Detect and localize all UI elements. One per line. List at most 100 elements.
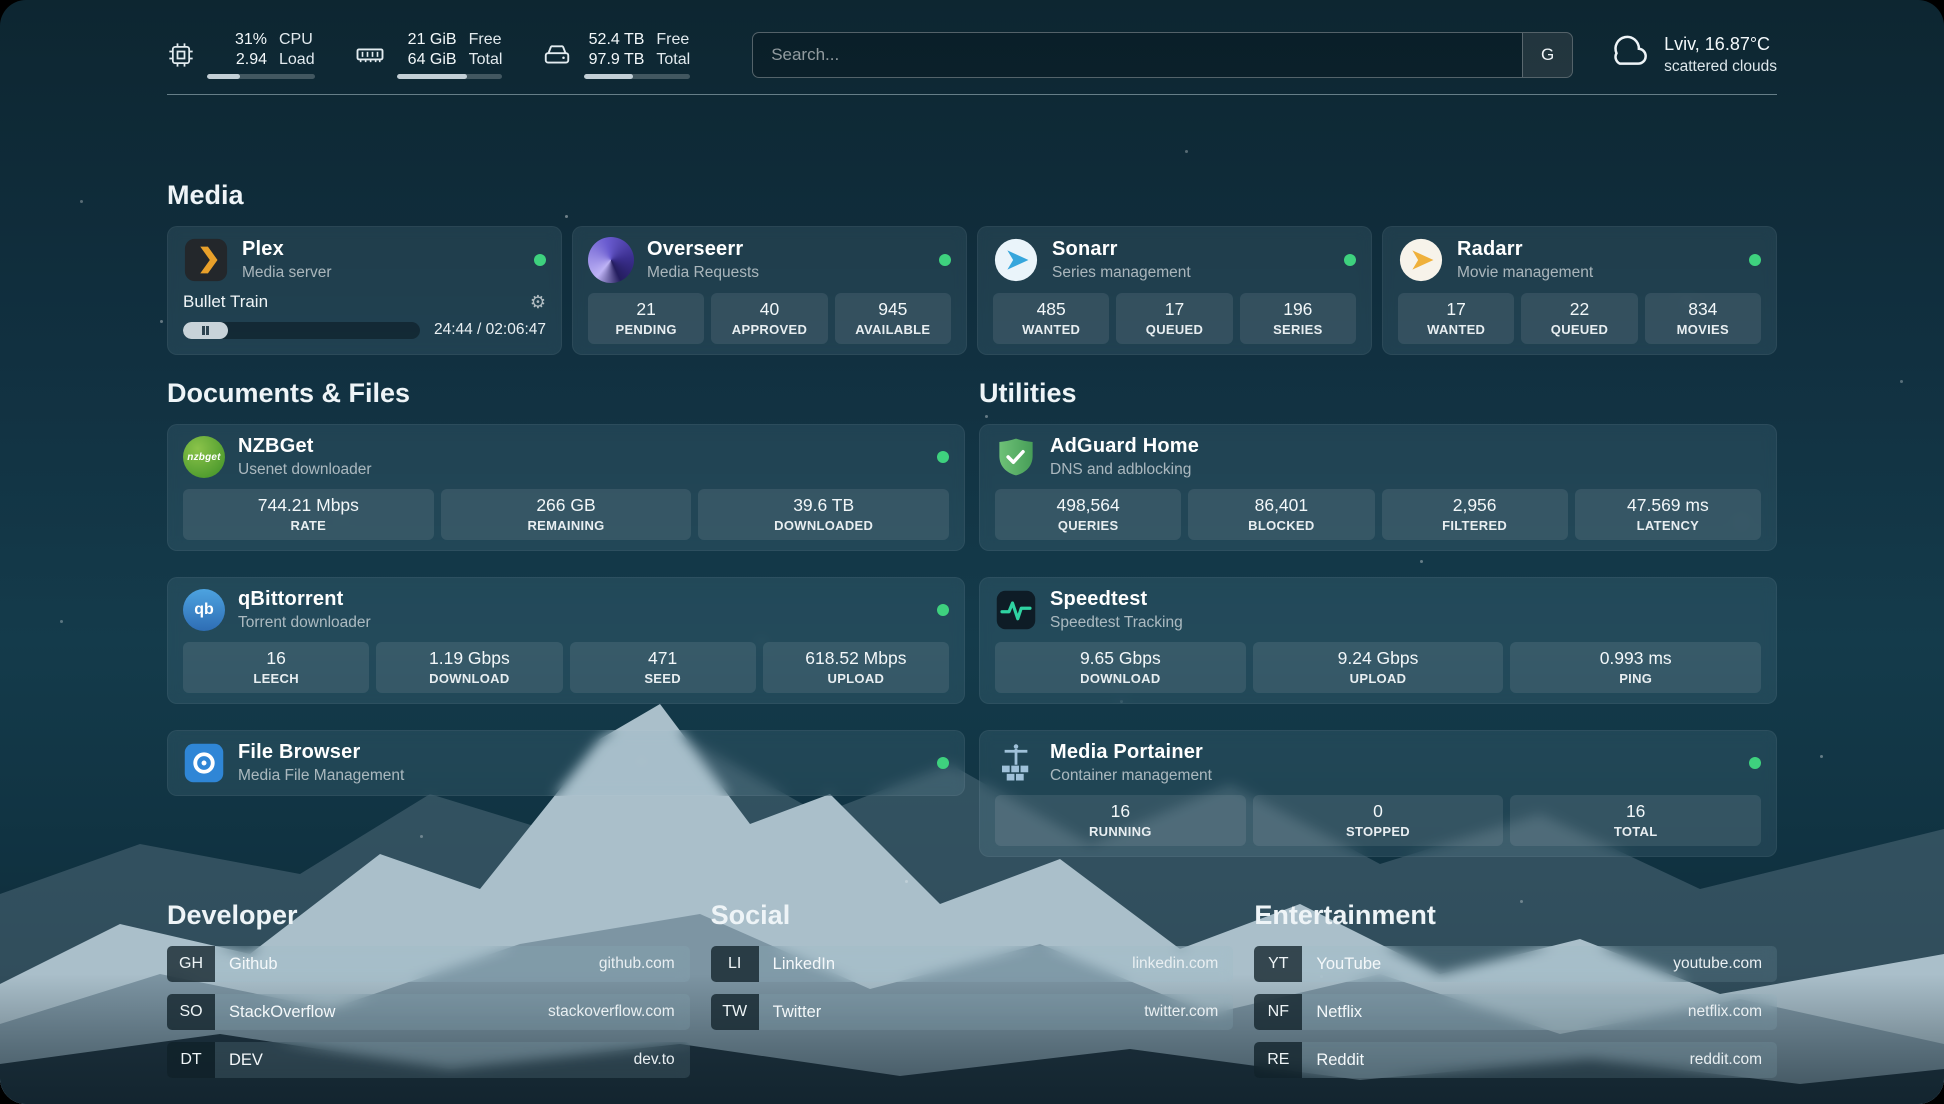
service-card-filebrowser[interactable]: File Browser Media File Management [167, 730, 965, 796]
status-dot-online [534, 254, 546, 266]
stat-latency: 47.569 ms LATENCY [1575, 489, 1761, 540]
cpu-usage-value: 31% [207, 30, 267, 49]
sonarr-icon [993, 237, 1039, 283]
cpu-widget: 31%CPU 2.94Load [167, 30, 315, 79]
memory-icon [355, 40, 385, 70]
service-name: Media Portainer [1050, 741, 1212, 764]
cpu-load-label: Load [279, 50, 315, 69]
bookmark-abbr: TW [711, 994, 759, 1030]
filebrowser-icon [183, 742, 225, 784]
stat-wanted: 485 WANTED [993, 293, 1109, 344]
dashboard: 31%CPU 2.94Load 21 GiB Free [0, 0, 1944, 1104]
stat-pending: 21 PENDING [588, 293, 704, 344]
status-dot-online [1749, 254, 1761, 266]
memory-free-label: Free [469, 30, 503, 49]
bookmark-name: DEV [229, 1051, 263, 1070]
bookmark-domain: netflix.com [1688, 1003, 1762, 1021]
service-desc: Movie management [1457, 264, 1593, 282]
service-card-qbittorrent[interactable]: qb qBittorrent Torrent downloader 16 LEE… [167, 577, 965, 704]
service-card-overseerr[interactable]: Overseerr Media Requests 21 PENDING 40 A… [572, 226, 967, 355]
speedtest-icon [995, 589, 1037, 631]
bookmark-abbr: YT [1254, 946, 1302, 982]
search-box: G [752, 32, 1573, 78]
top-bar: 31%CPU 2.94Load 21 GiB Free [167, 0, 1777, 79]
service-desc: Container management [1050, 767, 1212, 785]
playback-time: 24:44 / 02:06:47 [434, 321, 546, 339]
bookmark-linkedin[interactable]: LI LinkedIn linkedin.com [711, 946, 1234, 982]
stat-available: 945 AVAILABLE [835, 293, 951, 344]
bookmark-domain: reddit.com [1690, 1051, 1762, 1069]
bookmark-name: LinkedIn [773, 955, 835, 974]
playback-progress-bar[interactable] [183, 322, 420, 339]
service-name: Radarr [1457, 238, 1593, 261]
stat-queued: 17 QUEUED [1116, 293, 1232, 344]
stat-downloaded: 39.6 TB DOWNLOADED [698, 489, 949, 540]
bookmark-name: StackOverflow [229, 1003, 335, 1022]
service-card-plex[interactable]: Plex Media server Bullet Train ⚙ [167, 226, 562, 355]
stat-queries: 498,564 QUERIES [995, 489, 1181, 540]
radarr-icon [1398, 237, 1444, 283]
service-card-adguard[interactable]: AdGuard Home DNS and adblocking 498,564 … [979, 424, 1777, 551]
section-title-entertainment: Entertainment [1254, 899, 1777, 932]
stat-wanted: 17 WANTED [1398, 293, 1514, 344]
weather-cloud-icon [1607, 32, 1651, 77]
weather-location-temp: Lviv, 16.87°C [1664, 34, 1777, 55]
service-card-sonarr[interactable]: Sonarr Series management 485 WANTED 17 Q… [977, 226, 1372, 355]
status-dot-online [937, 757, 949, 769]
bookmark-domain: linkedin.com [1132, 955, 1218, 973]
memory-progress-bar [397, 74, 503, 79]
disk-widget: 52.4 TBFree 97.9 TBTotal [542, 30, 690, 79]
bookmark-netflix[interactable]: NF Netflix netflix.com [1254, 994, 1777, 1030]
service-card-radarr[interactable]: Radarr Movie management 17 WANTED 22 QUE… [1382, 226, 1777, 355]
memory-free-value: 21 GiB [397, 30, 457, 49]
stat-approved: 40 APPROVED [711, 293, 827, 344]
section-title-utilities: Utilities [979, 377, 1777, 410]
service-desc: Torrent downloader [238, 614, 371, 632]
disk-icon [542, 40, 572, 70]
search-provider-button[interactable]: G [1522, 33, 1572, 77]
bookmark-reddit[interactable]: RE Reddit reddit.com [1254, 1042, 1777, 1078]
pause-icon[interactable] [202, 326, 209, 335]
stat-upload: 618.52 Mbps UPLOAD [763, 642, 949, 693]
section-title-media: Media [167, 179, 1777, 212]
cpu-progress-bar [207, 74, 315, 79]
stat-blocked: 86,401 BLOCKED [1188, 489, 1374, 540]
disk-total-value: 97.9 TB [584, 50, 644, 69]
memory-total-value: 64 GiB [397, 50, 457, 69]
bookmark-name: YouTube [1316, 955, 1381, 974]
adguard-icon [995, 436, 1037, 478]
stat-download: 1.19 Gbps DOWNLOAD [376, 642, 562, 693]
section-entertainment: Entertainment YT YouTube youtube.com NF … [1254, 899, 1777, 1078]
cpu-icon [167, 41, 195, 69]
service-card-nzbget[interactable]: nzbget NZBGet Usenet downloader 744.21 M… [167, 424, 965, 551]
bookmark-domain: twitter.com [1144, 1003, 1218, 1021]
bookmark-stackoverflow[interactable]: SO StackOverflow stackoverflow.com [167, 994, 690, 1030]
bookmark-domain: stackoverflow.com [548, 1003, 675, 1021]
stat-ping: 0.993 ms PING [1510, 642, 1761, 693]
status-dot-online [937, 451, 949, 463]
service-card-portainer[interactable]: Media Portainer Container management 16 … [979, 730, 1777, 857]
stat-seed: 471 SEED [570, 642, 756, 693]
status-dot-online [1344, 254, 1356, 266]
stat-rate: 744.21 Mbps RATE [183, 489, 434, 540]
bookmark-youtube[interactable]: YT YouTube youtube.com [1254, 946, 1777, 982]
stat-leech: 16 LEECH [183, 642, 369, 693]
bookmark-dev[interactable]: DT DEV dev.to [167, 1042, 690, 1078]
section-documents: Documents & Files nzbget NZBGet Usenet d… [167, 377, 965, 857]
section-media: Media Plex Media server [167, 179, 1777, 355]
now-playing-title: Bullet Train [183, 292, 268, 312]
bookmark-github[interactable]: GH Github github.com [167, 946, 690, 982]
stat-filtered: 2,956 FILTERED [1382, 489, 1568, 540]
stat-series: 196 SERIES [1240, 293, 1356, 344]
search-input[interactable] [753, 33, 1522, 77]
gear-icon[interactable]: ⚙ [530, 293, 546, 311]
section-title-developer: Developer [167, 899, 690, 932]
service-desc: Media Requests [647, 264, 759, 282]
service-card-speedtest[interactable]: Speedtest Speedtest Tracking 9.65 Gbps D… [979, 577, 1777, 704]
header-divider [167, 94, 1777, 95]
disk-total-label: Total [656, 50, 690, 69]
bookmark-domain: github.com [599, 955, 675, 973]
bookmark-twitter[interactable]: TW Twitter twitter.com [711, 994, 1234, 1030]
service-desc: Series management [1052, 264, 1191, 282]
service-name: NZBGet [238, 435, 372, 458]
